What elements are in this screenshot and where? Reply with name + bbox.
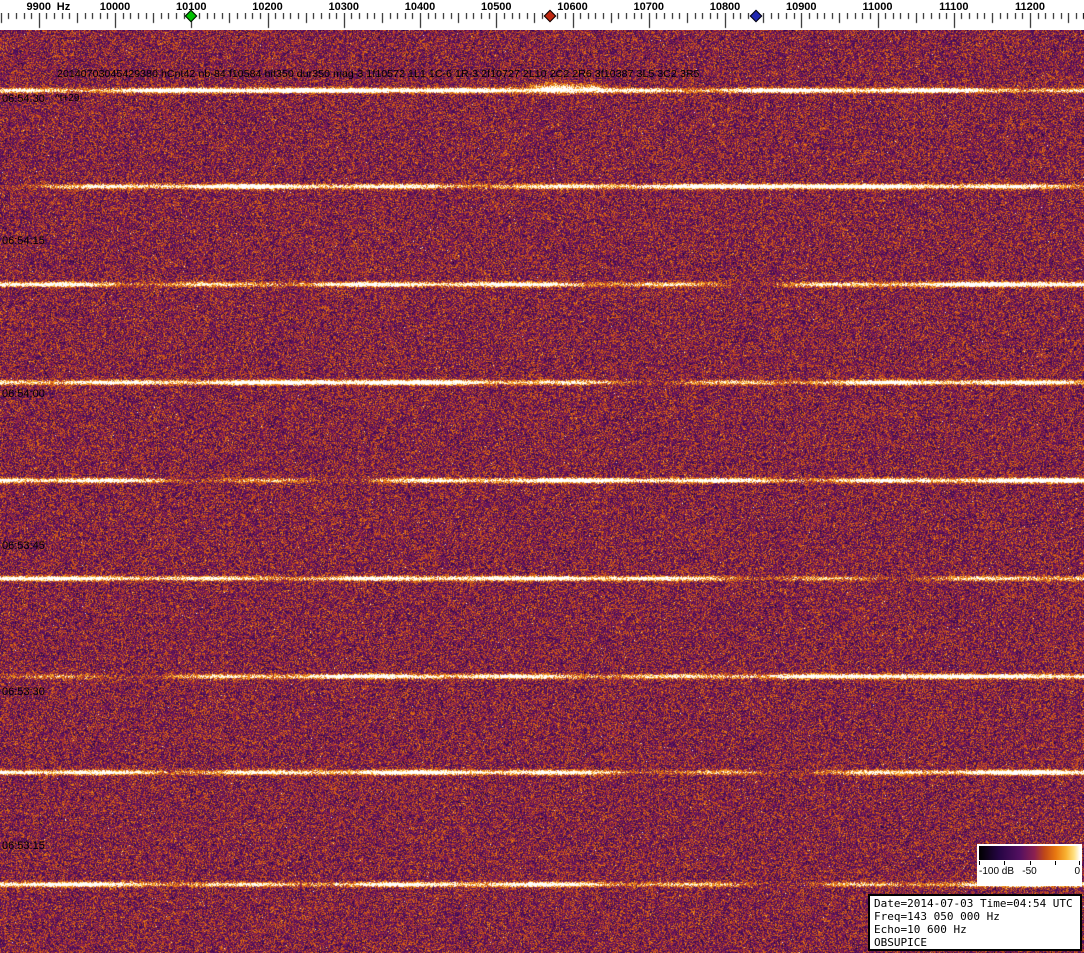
frequency-label: 9900 — [26, 1, 51, 13]
detection-annotation: 20140703045429380 hCnt42 nb-84 f10584 hi… — [57, 68, 700, 80]
colorbar-mid-label: -50 — [1022, 866, 1037, 877]
colorbar-max-label: 0 — [1074, 866, 1080, 877]
spectrogram-canvas[interactable] — [0, 30, 1084, 953]
info-station-name: OBSUPICE — [874, 936, 927, 949]
frequency-label: 10700 — [633, 1, 665, 13]
info-box: Date=2014-07-03 Time=04:54 UTC Freq=143 … — [868, 894, 1082, 951]
frequency-label: 10300 — [328, 1, 360, 13]
spectrogram-app: 9900 Hz 10000 10100 10200 10300 10400 10500 1060… — [0, 0, 1084, 953]
colorbar-tick — [1029, 861, 1031, 865]
colorbar-tick — [979, 861, 980, 865]
time-label: 06:53:45 — [2, 540, 45, 552]
frequency-ruler: 9900 Hz 10000 10100 10200 10300 10400 10500 1060… — [0, 0, 1084, 30]
frequency-label: 10600 — [557, 1, 588, 13]
ruler-tick-scale — [0, 13, 1084, 30]
frequency-label: 10500 — [480, 1, 512, 13]
frequency-label: 11200 — [1015, 1, 1045, 13]
time-label: 06:54:30 — [2, 93, 45, 105]
frequency-label: 11000 — [862, 1, 893, 13]
colorbar-tick — [1004, 861, 1006, 865]
time-label: 06:54:15 — [2, 235, 45, 247]
info-date-line: Date=2014-07-03 Time=04:54 UTC — [874, 897, 1073, 910]
time-label: 06:54:00 — [2, 388, 45, 400]
colorbar-labels: -100 dB -50 0 — [979, 866, 1080, 879]
frequency-unit-label: Hz — [56, 1, 71, 13]
colorbar-tick — [1054, 861, 1056, 865]
time-label: 06:53:30 — [2, 686, 45, 698]
time-label: 06:53:15 — [2, 840, 45, 852]
colorbar-panel: -100 dB -50 0 — [977, 844, 1082, 886]
time-offset-marker: ^t+29 — [55, 93, 80, 104]
frequency-label: 10000 — [99, 1, 131, 13]
frequency-label: 10800 — [709, 1, 741, 13]
info-echo-freq-line: Echo=10 600 Hz — [874, 923, 967, 936]
colorbar-min-label: -100 dB — [979, 866, 1015, 877]
frequency-label: 10200 — [252, 1, 283, 13]
frequency-label: 10900 — [785, 1, 817, 13]
info-carrier-freq-line: Freq=143 050 000 Hz — [874, 910, 1000, 923]
colorbar-tick — [1079, 861, 1080, 865]
spectrogram-area: 20140703045429380 hCnt42 nb-84 f10584 hi… — [0, 30, 1084, 953]
colorbar-gradient — [979, 846, 1080, 860]
frequency-label: 10400 — [404, 1, 436, 13]
frequency-label: 11100 — [939, 1, 969, 13]
